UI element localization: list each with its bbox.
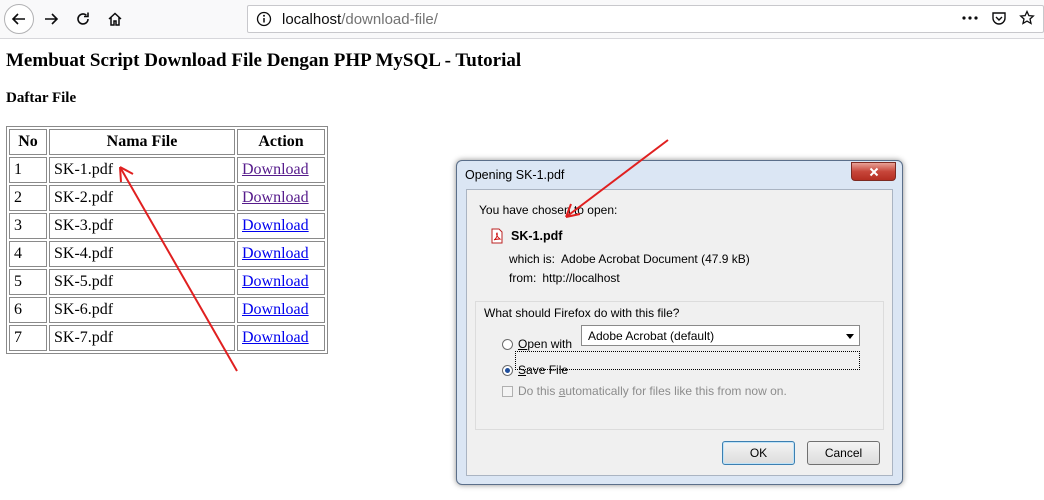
more-actions-icon[interactable] (961, 10, 979, 26)
row-name: SK-1.pdf (49, 157, 235, 183)
header-no: No (9, 129, 47, 155)
dropdown-arrow-icon (846, 334, 854, 339)
open-with-app: Adobe Acrobat (default) (588, 328, 715, 343)
table-row: 7 SK-7.pdf Download (9, 325, 325, 351)
row-action: Download (237, 297, 325, 323)
which-row: which is: Adobe Acrobat Document (47.9 kB… (509, 252, 750, 266)
home-button[interactable] (100, 4, 130, 34)
header-name: Nama File (49, 129, 235, 155)
browser-toolbar: localhost/download-file/ (0, 0, 1044, 39)
from-label: from: (509, 271, 537, 285)
row-action: Download (237, 157, 325, 183)
row-name: SK-4.pdf (49, 241, 235, 267)
action-question: What should Firefox do with this file? (484, 306, 680, 320)
table-row: 5 SK-5.pdf Download (9, 269, 325, 295)
chosen-label: You have chosen to open: (479, 203, 618, 217)
open-with-radio[interactable] (502, 338, 513, 350)
close-button[interactable] (851, 162, 896, 181)
table-row: 4 SK-4.pdf Download (9, 241, 325, 267)
which-label: which is: (509, 252, 556, 266)
arrow-right-icon (45, 13, 59, 25)
auto-label-rest: utomatically for files like this from no… (565, 384, 787, 398)
arrow-left-icon (11, 13, 25, 25)
row-no: 1 (9, 157, 47, 183)
download-link[interactable]: Download (242, 245, 309, 262)
auto-label-pre: Do this (518, 384, 559, 398)
url-text[interactable]: localhost/download-file/ (282, 11, 438, 28)
url-path: /download-file/ (341, 11, 438, 28)
file-row: SK-1.pdf (489, 228, 562, 244)
header-action: Action (237, 129, 325, 155)
pocket-icon[interactable] (991, 10, 1007, 26)
save-file-label-rest: ave File (526, 363, 569, 377)
row-name: SK-3.pdf (49, 213, 235, 239)
page-title: Membuat Script Download File Dengan PHP … (6, 50, 522, 71)
row-action: Download (237, 241, 325, 267)
row-no: 5 (9, 269, 47, 295)
save-file-radio[interactable] (502, 364, 513, 376)
table-row: 1 SK-1.pdf Download (9, 157, 325, 183)
row-action: Download (237, 325, 325, 351)
table-row: 2 SK-2.pdf Download (9, 185, 325, 211)
from-value: http://localhost (542, 271, 620, 285)
table-row: 6 SK-6.pdf Download (9, 297, 325, 323)
file-table: No Nama File Action 1 SK-1.pdf Download … (6, 126, 328, 354)
url-actions (961, 10, 1035, 26)
back-button[interactable] (4, 4, 34, 34)
which-value: Adobe Acrobat Document (47.9 kB) (561, 252, 750, 266)
url-host: localhost (282, 11, 342, 28)
pdf-file-icon (491, 228, 503, 244)
from-row: from: http://localhost (509, 271, 620, 285)
auto-option[interactable]: Do this automatically for files like thi… (502, 384, 787, 398)
row-no: 3 (9, 213, 47, 239)
row-name: SK-2.pdf (49, 185, 235, 211)
section-title: Daftar File (6, 90, 77, 106)
row-name: SK-5.pdf (49, 269, 235, 295)
row-no: 7 (9, 325, 47, 351)
info-icon[interactable] (256, 11, 272, 31)
open-with-label: Open with (518, 337, 572, 351)
dialog-body: You have chosen to open: SK-1.pdf which … (466, 189, 893, 476)
cancel-button[interactable]: Cancel (807, 441, 880, 465)
save-file-option[interactable]: Save File (502, 363, 568, 377)
reload-button[interactable] (68, 4, 98, 34)
row-action: Download (237, 269, 325, 295)
auto-checkbox[interactable] (502, 385, 513, 397)
open-with-accesskey: O (518, 337, 528, 351)
row-action: Download (237, 213, 325, 239)
auto-label: Do this automatically for files like thi… (518, 384, 787, 398)
row-action: Download (237, 185, 325, 211)
ok-button[interactable]: OK (722, 441, 795, 465)
download-link[interactable]: Download (242, 217, 309, 234)
download-link[interactable]: Download (242, 273, 309, 290)
bookmark-star-icon[interactable] (1019, 10, 1035, 26)
download-link[interactable]: Download (242, 189, 309, 206)
row-name: SK-6.pdf (49, 297, 235, 323)
forward-button[interactable] (36, 4, 66, 34)
row-no: 2 (9, 185, 47, 211)
open-file-dialog: Opening SK-1.pdf You have chosen to open… (456, 160, 903, 485)
open-with-select[interactable]: Adobe Acrobat (default) (581, 325, 860, 346)
close-icon (869, 167, 878, 176)
reload-icon (77, 12, 89, 25)
home-icon (108, 12, 122, 26)
row-no: 4 (9, 241, 47, 267)
save-file-accesskey: S (518, 363, 527, 377)
save-file-label: Save File (518, 363, 568, 377)
download-link[interactable]: Download (242, 161, 309, 178)
row-no: 6 (9, 297, 47, 323)
file-name: SK-1.pdf (511, 229, 563, 243)
dialog-title: Opening SK-1.pdf (465, 168, 565, 182)
table-row: 3 SK-3.pdf Download (9, 213, 325, 239)
table-header-row: No Nama File Action (9, 129, 325, 155)
open-with-option[interactable]: Open with (502, 337, 572, 351)
action-group: What should Firefox do with this file? O… (475, 301, 884, 430)
download-link[interactable]: Download (242, 329, 309, 346)
open-with-label-rest: pen with (527, 337, 573, 351)
url-bar[interactable]: localhost/download-file/ (247, 5, 1044, 33)
download-link[interactable]: Download (242, 301, 309, 318)
row-name: SK-7.pdf (49, 325, 235, 351)
